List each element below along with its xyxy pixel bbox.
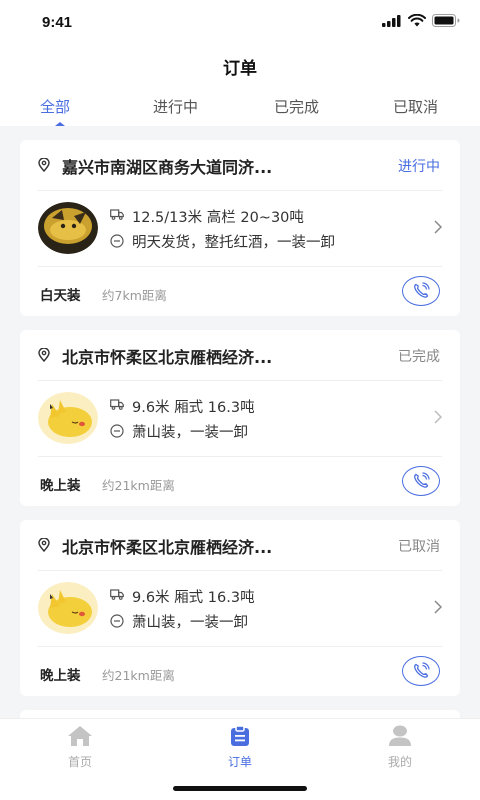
divider	[38, 266, 442, 267]
phone-icon	[414, 662, 430, 678]
vehicle-spec: 12.5/13米 高栏 20~30吨	[132, 210, 304, 226]
order-card[interactable]: 北京市怀柔区北京雁栖经济... 已完成 9.6米 厢式 16.3吨 萧山装，一装…	[20, 330, 460, 506]
order-address: 北京市怀柔区北京雁栖经济...	[62, 538, 273, 557]
divider	[38, 646, 442, 647]
location-pin-icon	[38, 348, 50, 362]
nav-bar: 订单	[0, 44, 480, 88]
order-filter-tabs: 全部 进行中 已完成 已取消	[0, 88, 480, 126]
load-time: 晚上装	[40, 668, 81, 684]
vehicle-spec: 9.6米 厢式 16.3吨	[132, 590, 255, 606]
avatar	[38, 202, 98, 254]
order-status-badge: 进行中	[398, 159, 440, 175]
avatar-image	[38, 582, 98, 634]
order-status-badge: 已取消	[398, 539, 440, 555]
location-pin-icon	[38, 158, 50, 172]
remark-icon	[110, 234, 124, 248]
chevron-right-icon[interactable]	[434, 600, 442, 614]
status-bar: 9:41	[0, 0, 480, 44]
truck-icon	[110, 399, 124, 410]
status-time: 9:41	[42, 14, 73, 31]
phone-icon	[414, 472, 430, 488]
distance: 约7km距离	[102, 288, 167, 303]
order-card[interactable]: 北京市怀柔区北京雁栖经济... 已取消 9.6米 厢式 16.3吨 萧山装，一装…	[20, 520, 460, 696]
avatar-image	[38, 202, 98, 254]
tabbar-profile[interactable]: 我的	[360, 725, 440, 770]
divider	[38, 570, 442, 571]
avatar-image	[38, 392, 98, 444]
order-address: 嘉兴市南湖区商务大道同济...	[62, 158, 273, 177]
order-address: 北京市怀柔区北京雁栖经济...	[62, 348, 273, 367]
order-note: 明天发货，整托红酒，一装一卸	[132, 235, 335, 251]
distance: 约21km距离	[102, 478, 175, 493]
tabbar-label: 订单	[227, 755, 252, 769]
profile-icon	[389, 725, 411, 746]
tabbar-home[interactable]: 首页	[40, 725, 120, 770]
tab-active-indicator	[55, 122, 65, 126]
tab-cancelled[interactable]: 已取消	[393, 96, 438, 117]
vehicle-spec: 9.6米 厢式 16.3吨	[132, 400, 255, 416]
divider	[38, 380, 442, 381]
remark-icon	[110, 424, 124, 438]
wifi-icon	[408, 14, 426, 27]
status-icons	[382, 14, 460, 27]
battery-icon	[432, 14, 460, 27]
tabbar-orders[interactable]: 订单	[200, 725, 280, 770]
call-button[interactable]	[402, 656, 440, 686]
call-button[interactable]	[402, 466, 440, 496]
divider	[38, 190, 442, 191]
chevron-right-icon[interactable]	[434, 410, 442, 424]
tabbar-label: 我的	[387, 755, 412, 769]
remark-icon	[110, 614, 124, 628]
order-note: 萧山装，一装一卸	[132, 615, 248, 631]
avatar	[38, 582, 98, 634]
home-indicator	[173, 786, 307, 791]
avatar	[38, 392, 98, 444]
order-card[interactable]: 嘉兴市南湖区商务大道同济... 进行中 12.5/13米 高栏 20~30吨 明…	[20, 140, 460, 316]
order-card-header: 北京市怀柔区北京雁栖经济... 已完成	[20, 330, 460, 380]
order-card-header: 北京市怀柔区北京雁栖经济... 已取消	[20, 520, 460, 570]
truck-icon	[110, 589, 124, 600]
order-note: 萧山装，一装一卸	[132, 425, 248, 441]
tab-completed[interactable]: 已完成	[274, 96, 319, 117]
tabbar-label: 首页	[67, 755, 92, 769]
tab-ongoing[interactable]: 进行中	[153, 96, 198, 117]
load-time: 白天装	[40, 288, 81, 304]
load-time: 晚上装	[40, 478, 81, 494]
distance: 约21km距离	[102, 668, 175, 683]
chevron-right-icon[interactable]	[434, 220, 442, 234]
phone-icon	[414, 282, 430, 298]
order-status-badge: 已完成	[398, 349, 440, 365]
signal-icon	[382, 14, 401, 27]
home-icon	[68, 726, 92, 746]
tab-all[interactable]: 全部	[40, 96, 70, 117]
truck-icon	[110, 209, 124, 220]
page-title: 订单	[223, 59, 257, 79]
order-card-header: 嘉兴市南湖区商务大道同济... 进行中	[20, 140, 460, 190]
location-pin-icon	[38, 538, 50, 552]
call-button[interactable]	[402, 276, 440, 306]
divider	[38, 456, 442, 457]
order-icon	[231, 725, 249, 746]
